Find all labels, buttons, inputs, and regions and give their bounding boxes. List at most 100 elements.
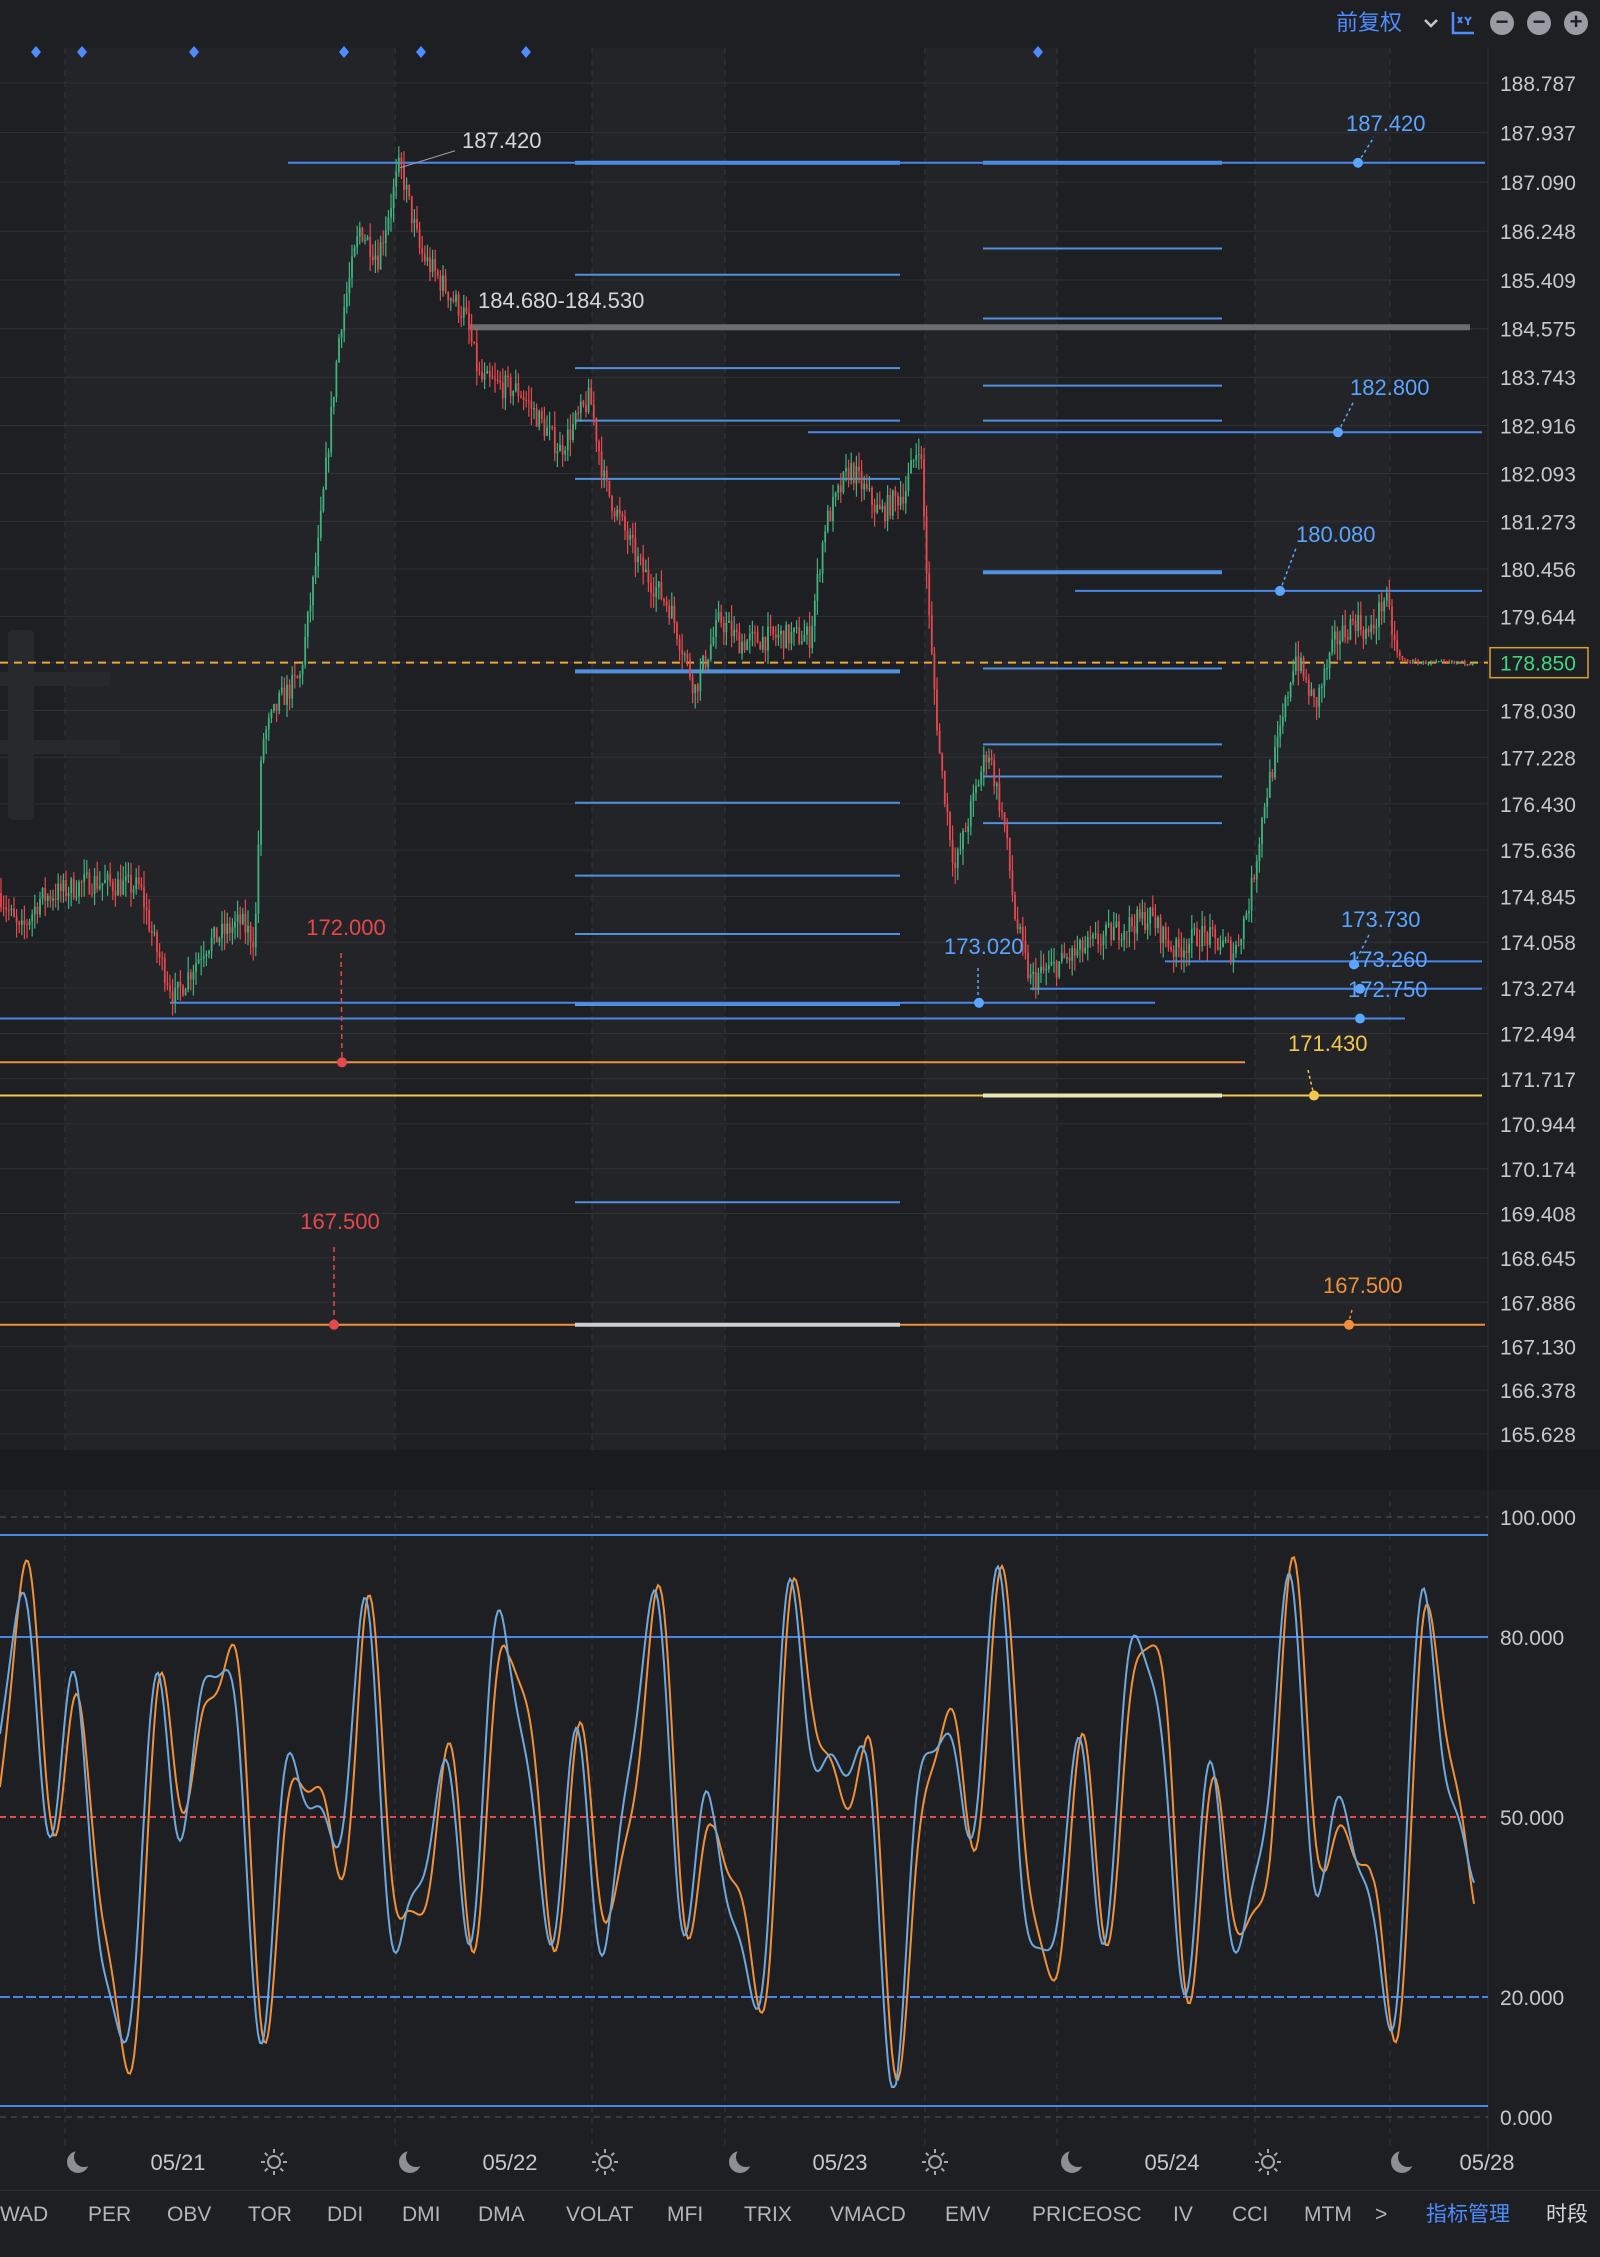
candle-body <box>436 271 439 276</box>
candle-body <box>306 611 309 638</box>
candle-body <box>280 687 283 693</box>
indicator-tab-volat[interactable]: VOLAT <box>566 2201 633 2229</box>
candle-body <box>244 913 247 933</box>
candle-body <box>1323 668 1326 686</box>
candle-body <box>819 573 821 575</box>
candle-body <box>1404 659 1406 661</box>
candle-body <box>187 972 190 990</box>
candle-body <box>322 489 325 511</box>
candle-body <box>72 878 75 898</box>
candle-body <box>130 874 132 893</box>
candle-body <box>769 626 772 628</box>
candle-body <box>920 454 923 460</box>
candle-body <box>540 411 543 420</box>
candle-body <box>847 467 850 481</box>
candle-body <box>956 850 959 868</box>
candle-body <box>634 538 637 563</box>
indicator-tab-obv[interactable]: OBV <box>167 2201 211 2229</box>
candle-body <box>761 637 764 650</box>
candle-body <box>28 921 31 925</box>
candle-body <box>1032 971 1035 975</box>
candle-body <box>811 626 814 648</box>
candle-body <box>260 760 262 845</box>
indicator-tab-dmi[interactable]: DMI <box>402 2201 441 2229</box>
candle-body <box>234 921 236 928</box>
candle-body <box>772 626 775 635</box>
candle-body <box>62 879 65 892</box>
orange-167500-label: 167.500 <box>1323 1273 1403 1298</box>
candle-body <box>150 930 153 934</box>
candle-body <box>249 925 252 942</box>
candle-body <box>1001 810 1003 813</box>
candle-body <box>265 729 268 740</box>
candle-body <box>946 804 949 813</box>
indicator-tab-iv[interactable]: IV <box>1173 2201 1193 2229</box>
candle-body <box>650 582 652 593</box>
candle-body <box>1432 661 1435 663</box>
more-tabs-button[interactable]: > <box>1375 2201 1387 2229</box>
candle-body <box>764 637 767 651</box>
price-chart[interactable]: 188.787 187.937 187.090 186.248 185.409 184.5… <box>0 0 1600 2190</box>
candle-body <box>384 230 387 244</box>
indicator-tab-dma[interactable]: DMA <box>478 2201 525 2229</box>
indicator-tab-trix[interactable]: TRIX <box>744 2201 792 2229</box>
indicator-tab-mfi[interactable]: MFI <box>667 2201 703 2229</box>
candle-body <box>1066 957 1068 959</box>
price-tick-label: 182.916 <box>1500 415 1576 438</box>
indicator-tab-mtm[interactable]: MTM <box>1304 2201 1352 2229</box>
candle-body <box>1185 950 1188 954</box>
candle-body <box>1443 661 1445 663</box>
candle-body <box>1297 656 1300 671</box>
candle-body <box>1235 944 1237 954</box>
indicator-manager-button[interactable]: 指标管理 <box>1426 2201 1510 2229</box>
candle-body <box>374 255 377 260</box>
candle-body <box>267 718 270 730</box>
candle-body <box>1359 615 1362 630</box>
candle-body <box>678 639 681 650</box>
candle-body <box>655 587 658 597</box>
candle-body <box>104 879 106 884</box>
candle-body <box>1209 927 1211 945</box>
candle-body <box>1094 933 1097 935</box>
candle-body <box>205 953 208 957</box>
indicator-tab-vmacd[interactable]: VMACD <box>830 2201 906 2229</box>
candle-body <box>538 411 541 427</box>
candle-body <box>361 227 364 242</box>
candle-body <box>1232 953 1235 961</box>
indicator-tab-cci[interactable]: CCI <box>1232 2201 1268 2229</box>
candle-body <box>915 454 918 460</box>
indicator-tab-priceosc[interactable]: PRICEOSC <box>1032 2201 1142 2229</box>
candle-body <box>1167 939 1170 948</box>
candle-body <box>473 341 476 343</box>
candle-body <box>101 883 104 886</box>
candle-body <box>423 253 426 262</box>
indicator-tab-per[interactable]: PER <box>88 2201 131 2229</box>
candle-body <box>1440 661 1443 663</box>
last-price-label: 178.850 <box>1500 653 1576 676</box>
candle-body <box>598 441 600 452</box>
candle-body <box>1310 689 1313 696</box>
candle-body <box>725 622 728 632</box>
candle-body <box>195 963 197 973</box>
period-tab[interactable]: 时段 <box>1546 2201 1588 2229</box>
candle-body <box>278 692 281 711</box>
candle-body <box>475 342 478 371</box>
candle-body <box>507 375 509 378</box>
candle-body <box>200 958 203 960</box>
candle-body <box>400 157 403 165</box>
candle-body <box>273 703 275 711</box>
candle-body <box>176 981 179 988</box>
candle-body <box>397 157 400 173</box>
candle-body <box>1014 895 1016 920</box>
candle-body <box>673 605 676 624</box>
candle-body <box>829 510 832 522</box>
indicator-tab-wad[interactable]: WAD <box>0 2201 48 2229</box>
candle-body <box>951 840 954 863</box>
candle-body <box>88 872 91 894</box>
candle-body <box>1419 662 1422 664</box>
indicator-tab-emv[interactable]: EMV <box>945 2201 991 2229</box>
price-tick-label: 184.575 <box>1500 319 1576 342</box>
indicator-tab-ddi[interactable]: DDI <box>327 2201 363 2229</box>
candle-body <box>787 624 790 644</box>
indicator-tab-tor[interactable]: TOR <box>248 2201 292 2229</box>
